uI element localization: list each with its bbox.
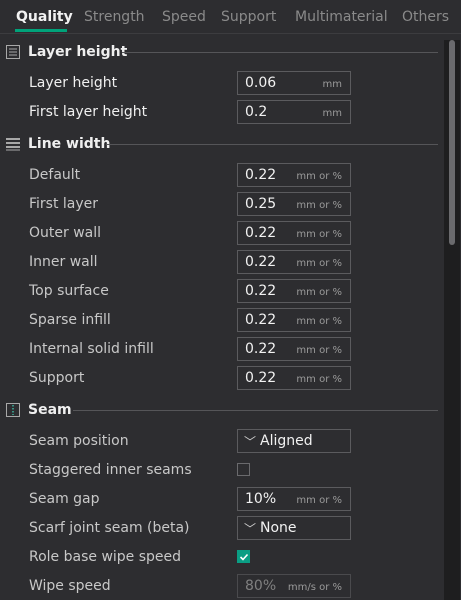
- line-width-internal-solid-infill-unit: mm or %: [296, 345, 342, 356]
- row-line-width-internal-solid-infill: Internal solid infill 0.22 mm or %: [0, 337, 440, 363]
- row-layer-height: Layer height 0.06 mm: [0, 71, 440, 97]
- tab-support[interactable]: Support: [221, 9, 276, 25]
- row-seam-position: Seam position ﹀ Aligned: [0, 429, 440, 455]
- row-line-width-first-layer: First layer 0.25 mm or %: [0, 192, 440, 218]
- line-width-sparse-infill-unit: mm or %: [296, 316, 342, 327]
- row-line-width-default: Default 0.22 mm or %: [0, 163, 440, 189]
- line-width-top-surface-unit: mm or %: [296, 287, 342, 298]
- chevron-down-icon: ﹀: [244, 522, 257, 536]
- layer-height-unit: mm: [322, 79, 342, 90]
- row-line-width-outer-wall: Outer wall 0.22 mm or %: [0, 221, 440, 247]
- line-width-support-label: Support: [29, 370, 85, 386]
- line-width-default-label: Default: [29, 167, 81, 183]
- row-staggered-inner-seams: Staggered inner seams: [0, 458, 440, 484]
- row-line-width-inner-wall: Inner wall 0.22 mm or %: [0, 250, 440, 276]
- seam-position-value: Aligned: [260, 433, 313, 449]
- scrollbar-thumb[interactable]: [449, 40, 455, 245]
- line-width-outer-wall-label: Outer wall: [29, 225, 102, 241]
- staggered-inner-seams-checkbox[interactable]: [237, 463, 250, 476]
- line-width-inner-wall-unit: mm or %: [296, 258, 342, 269]
- seam-gap-input[interactable]: 10% mm or %: [237, 487, 351, 511]
- line-width-outer-wall-unit: mm or %: [296, 229, 342, 240]
- wipe-speed-input[interactable]: 80% mm/s or %: [237, 574, 351, 598]
- line-width-support-unit: mm or %: [296, 374, 342, 385]
- row-line-width-support: Support 0.22 mm or %: [0, 366, 440, 392]
- line-width-sparse-infill-input[interactable]: 0.22 mm or %: [237, 308, 351, 332]
- row-line-width-top-surface: Top surface 0.22 mm or %: [0, 279, 440, 305]
- line-width-default-value: 0.22: [245, 167, 277, 183]
- tab-others[interactable]: Others: [402, 9, 449, 25]
- wipe-speed-label: Wipe speed: [29, 578, 111, 594]
- chevron-down-icon: ﹀: [244, 435, 257, 449]
- scarf-joint-seam-select[interactable]: ﹀ None: [237, 516, 351, 540]
- vertical-scrollbar[interactable]: [444, 40, 460, 600]
- seam-icon: [6, 403, 20, 417]
- line-width-internal-solid-infill-input[interactable]: 0.22 mm or %: [237, 337, 351, 361]
- seam-position-label: Seam position: [29, 433, 129, 449]
- first-layer-height-input[interactable]: 0.2 mm: [237, 100, 351, 124]
- active-tab-indicator: [15, 29, 67, 32]
- layer-height-input[interactable]: 0.06 mm: [237, 71, 351, 95]
- tab-multimaterial[interactable]: Multimaterial: [295, 9, 388, 25]
- layer-height-icon: [6, 45, 20, 59]
- line-width-default-input[interactable]: 0.22 mm or %: [237, 163, 351, 187]
- section-line-width: Line width: [0, 134, 440, 156]
- seam-gap-unit: mm or %: [296, 495, 342, 506]
- line-width-support-value: 0.22: [245, 370, 277, 386]
- line-width-sparse-infill-value: 0.22: [245, 312, 277, 328]
- tab-bar: Quality Strength Speed Support Multimate…: [0, 0, 461, 34]
- checkmark-icon: [239, 553, 249, 561]
- seam-position-select[interactable]: ﹀ Aligned: [237, 429, 351, 453]
- line-width-internal-solid-infill-label: Internal solid infill: [29, 341, 154, 357]
- line-width-first-layer-unit: mm or %: [296, 200, 342, 211]
- line-width-top-surface-value: 0.22: [245, 283, 277, 299]
- section-title-seam: Seam: [28, 402, 72, 418]
- section-title-layer-height: Layer height: [28, 44, 128, 60]
- line-width-inner-wall-label: Inner wall: [29, 254, 98, 270]
- tab-speed[interactable]: Speed: [162, 9, 206, 25]
- row-scarf-joint-seam: Scarf joint seam (beta) ﹀ None: [0, 516, 440, 542]
- seam-gap-value: 10%: [245, 491, 277, 507]
- wipe-speed-value: 80%: [245, 578, 277, 594]
- first-layer-height-label: First layer height: [29, 104, 148, 120]
- scarf-joint-seam-label: Scarf joint seam (beta): [29, 520, 190, 536]
- line-width-top-surface-input[interactable]: 0.22 mm or %: [237, 279, 351, 303]
- wipe-speed-unit: mm/s or %: [287, 582, 342, 593]
- section-layer-height: Layer height: [0, 42, 440, 64]
- line-width-first-layer-input[interactable]: 0.25 mm or %: [237, 192, 351, 216]
- row-line-width-sparse-infill: Sparse infill 0.22 mm or %: [0, 308, 440, 334]
- line-width-sparse-infill-label: Sparse infill: [29, 312, 111, 328]
- line-width-top-surface-label: Top surface: [29, 283, 109, 299]
- line-width-outer-wall-value: 0.22: [245, 225, 277, 241]
- row-seam-gap: Seam gap 10% mm or %: [0, 487, 440, 513]
- line-width-outer-wall-input[interactable]: 0.22 mm or %: [237, 221, 351, 245]
- first-layer-height-value: 0.2: [245, 104, 268, 120]
- section-seam: Seam: [0, 400, 440, 422]
- line-width-icon: [6, 138, 20, 151]
- line-width-internal-solid-infill-value: 0.22: [245, 341, 277, 357]
- line-width-default-unit: mm or %: [296, 171, 342, 182]
- staggered-inner-seams-label: Staggered inner seams: [29, 462, 192, 478]
- layer-height-value: 0.06: [245, 75, 277, 91]
- section-title-line-width: Line width: [28, 136, 111, 152]
- first-layer-height-unit: mm: [322, 108, 342, 119]
- row-wipe-speed: Wipe speed 80% mm/s or %: [0, 574, 440, 600]
- row-role-base-wipe-speed: Role base wipe speed: [0, 545, 440, 571]
- section-divider: [73, 410, 438, 411]
- line-width-inner-wall-input[interactable]: 0.22 mm or %: [237, 250, 351, 274]
- tab-quality[interactable]: Quality: [16, 9, 73, 25]
- role-base-wipe-speed-checkbox[interactable]: [237, 550, 250, 563]
- line-width-inner-wall-value: 0.22: [245, 254, 277, 270]
- line-width-first-layer-value: 0.25: [245, 196, 277, 212]
- scarf-joint-seam-value: None: [260, 520, 297, 536]
- row-first-layer-height: First layer height 0.2 mm: [0, 100, 440, 126]
- seam-gap-label: Seam gap: [29, 491, 100, 507]
- section-divider: [122, 52, 438, 53]
- role-base-wipe-speed-label: Role base wipe speed: [29, 549, 182, 565]
- layer-height-label: Layer height: [29, 75, 118, 91]
- line-width-first-layer-label: First layer: [29, 196, 99, 212]
- line-width-support-input[interactable]: 0.22 mm or %: [237, 366, 351, 390]
- section-divider: [106, 144, 438, 145]
- tab-strength[interactable]: Strength: [84, 9, 145, 25]
